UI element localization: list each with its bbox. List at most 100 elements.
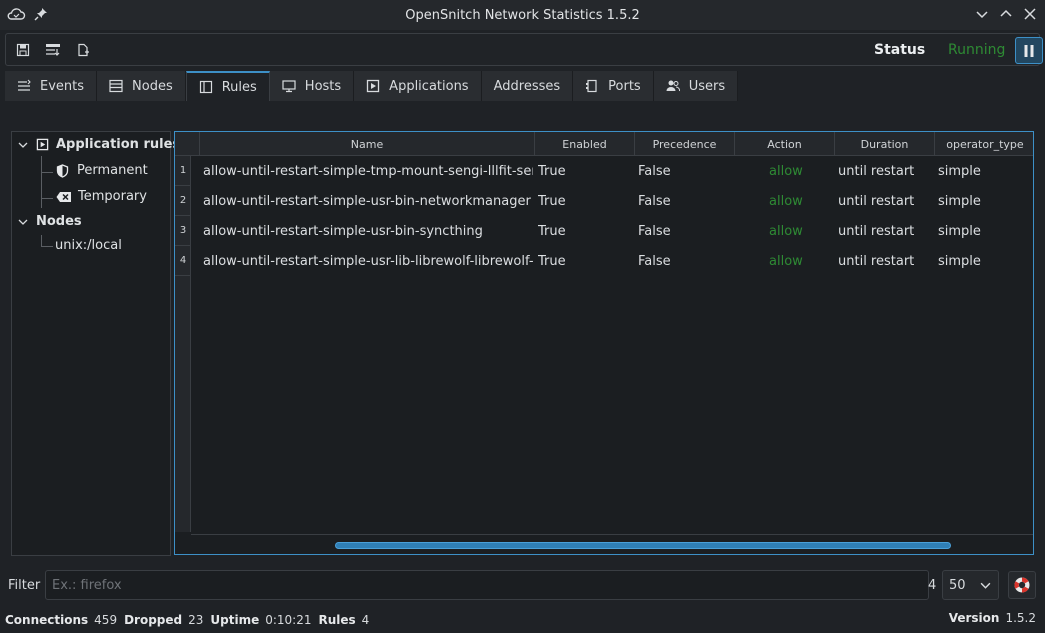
applications-icon (366, 79, 380, 93)
tree-label: Nodes (36, 214, 82, 229)
column-header-action[interactable]: Action (735, 132, 835, 156)
tab-label: Applications (389, 78, 469, 94)
tab-label: Users (688, 78, 726, 94)
tree-item-temporary[interactable]: Temporary (56, 189, 147, 204)
table-row[interactable]: allow-until-restart-simple-usr-bin-netwo… (191, 186, 1033, 216)
tree-label: Temporary (78, 189, 147, 204)
toolbar: Status Running (5, 33, 1043, 66)
status-label: Status (874, 42, 926, 58)
scrollbar-thumb[interactable] (335, 542, 951, 549)
tree-label: Application rules (56, 137, 181, 152)
cell-name: allow-until-restart-simple-usr-bin-netwo… (203, 193, 531, 209)
chevron-down-icon[interactable] (975, 7, 989, 21)
tree-item-application-rules[interactable]: Application rules (16, 137, 180, 152)
limit-select[interactable]: 50 (942, 570, 999, 600)
cell-name: allow-until-restart-simple-usr-bin-synct… (203, 223, 483, 239)
cell-operator-type: simple (938, 253, 981, 269)
tree-label: Permanent (77, 163, 148, 178)
horizontal-scrollbar[interactable] (191, 534, 1033, 552)
pin-icon[interactable] (34, 6, 48, 22)
column-header-operator-type[interactable]: operator_type (935, 132, 1033, 156)
users-icon (666, 79, 680, 93)
corner-header (175, 132, 200, 156)
hosts-icon (282, 79, 296, 93)
tab-hosts[interactable]: Hosts (269, 71, 355, 101)
tree-item-nodes[interactable]: Nodes (16, 214, 82, 229)
connections-label: Connections (5, 613, 89, 627)
chevron-down-icon[interactable] (16, 140, 30, 150)
cell-name: allow-until-restart-simple-tmp-mount-sen… (203, 163, 533, 179)
tab-ports[interactable]: Ports (573, 71, 654, 101)
lifebuoy-icon (1013, 576, 1031, 594)
column-header-name[interactable]: Name (200, 132, 535, 156)
column-header-precedence[interactable]: Precedence (635, 132, 735, 156)
rules-tree[interactable]: Application rules Permanent Temporary No… (11, 131, 180, 556)
row-number[interactable]: 2 (175, 186, 191, 216)
connections-value: 459 (94, 613, 118, 627)
pause-icon (1023, 44, 1035, 58)
cell-precedence: False (638, 163, 671, 179)
cell-operator-type: simple (938, 223, 981, 239)
tab-label: Ports (608, 78, 641, 94)
title-bar: OpenSnitch Network Statistics 1.5.2 (0, 0, 1045, 30)
cell-enabled: True (538, 253, 566, 269)
tab-nodes[interactable]: Nodes (97, 71, 186, 101)
cell-duration: until restart (838, 163, 915, 179)
cell-action: allow (769, 163, 803, 179)
version-label: Version (948, 611, 1000, 625)
chevron-down-icon[interactable] (16, 217, 30, 227)
tab-label: Addresses (493, 78, 561, 94)
applications-icon (36, 138, 49, 151)
clean-button[interactable] (1008, 571, 1036, 599)
filter-input[interactable] (45, 570, 929, 600)
tab-applications[interactable]: Applications (354, 71, 482, 101)
cell-precedence: False (638, 223, 671, 239)
column-header-duration[interactable]: Duration (835, 132, 935, 156)
tree-line (41, 156, 42, 208)
ports-icon (585, 79, 599, 93)
clear-tag-icon (56, 191, 72, 203)
uptime-label: Uptime (210, 613, 260, 627)
rules-icon (199, 80, 213, 94)
row-number-column: 1 2 3 4 (175, 156, 191, 532)
table-row[interactable]: allow-until-restart-simple-usr-bin-synct… (191, 216, 1033, 246)
new-rule-icon[interactable] (72, 40, 94, 60)
close-icon[interactable] (1023, 7, 1037, 21)
tab-events[interactable]: Events (5, 71, 98, 101)
row-number[interactable]: 4 (175, 246, 191, 276)
cell-duration: until restart (838, 193, 915, 209)
cell-enabled: True (538, 193, 566, 209)
cell-duration: until restart (838, 223, 915, 239)
tree-item-node-local[interactable]: unix:/local (55, 238, 122, 253)
save-icon[interactable] (12, 40, 34, 60)
cell-enabled: True (538, 223, 566, 239)
tab-label: Events (40, 78, 85, 94)
tree-item-permanent[interactable]: Permanent (56, 163, 148, 178)
filter-label: Filter (8, 578, 41, 593)
result-count: 4 (928, 578, 937, 593)
status-value: Running (948, 42, 1006, 58)
column-header-enabled[interactable]: Enabled (535, 132, 635, 156)
rules-table[interactable]: Name Enabled Precedence Action Duration … (174, 131, 1034, 555)
shield-icon (56, 163, 69, 178)
row-number[interactable]: 1 (175, 156, 191, 186)
tab-label: Rules (221, 79, 257, 95)
pause-button[interactable] (1015, 37, 1043, 64)
status-bar: Connections 459 Dropped 23 Uptime 0:10:2… (5, 611, 1040, 629)
dropped-value: 23 (188, 613, 204, 627)
cell-precedence: False (638, 253, 671, 269)
table-row[interactable]: allow-until-restart-simple-tmp-mount-sen… (191, 156, 1033, 186)
cell-operator-type: simple (938, 163, 981, 179)
preferences-icon[interactable] (42, 40, 64, 60)
tree-line (41, 246, 53, 247)
dropped-label: Dropped (124, 613, 183, 627)
row-number[interactable]: 3 (175, 216, 191, 246)
tab-rules[interactable]: Rules (185, 71, 270, 101)
chevron-up-icon[interactable] (999, 7, 1013, 21)
app-cloud-icon[interactable] (6, 6, 26, 22)
events-icon (17, 79, 31, 93)
table-row[interactable]: allow-until-restart-simple-usr-lib-libre… (191, 246, 1033, 276)
tab-addresses[interactable]: Addresses (481, 71, 574, 101)
tab-users[interactable]: Users (653, 71, 739, 101)
window-title: OpenSnitch Network Statistics 1.5.2 (405, 7, 640, 23)
